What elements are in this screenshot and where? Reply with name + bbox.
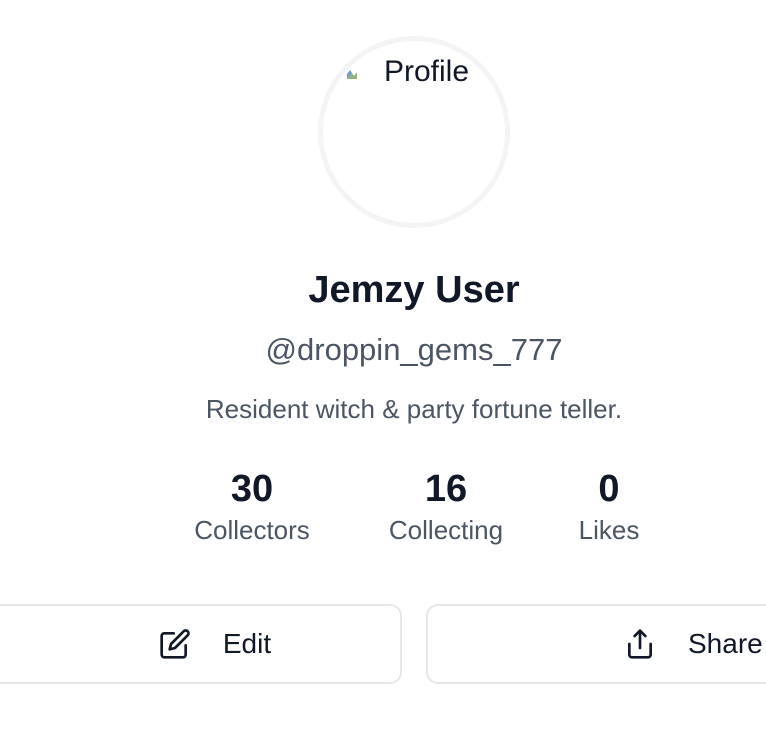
broken-image-icon — [347, 70, 357, 79]
stat-collecting-value: 16 — [424, 468, 468, 510]
stat-collectors[interactable]: 30 Collectors — [180, 466, 324, 546]
avatar-image-broken: Profile — [346, 55, 470, 88]
share-button-label: Share — [688, 628, 763, 659]
stat-likes[interactable]: 0 Likes — [568, 466, 650, 546]
profile-bio: Resident witch & party fortune teller. — [205, 394, 623, 424]
share-upload-icon — [624, 628, 656, 660]
stat-collectors-label: Collectors — [194, 515, 310, 545]
stat-collecting-label: Collecting — [388, 515, 504, 545]
profile-name: Jemzy User — [308, 269, 520, 311]
stat-collecting[interactable]: 16 Collecting — [374, 466, 518, 546]
avatar-alt-text: Profile — [384, 55, 470, 88]
stat-collectors-value: 30 — [230, 468, 274, 510]
stat-likes-value: 0 — [598, 468, 620, 510]
profile-handle: @droppin_gems_777 — [265, 332, 563, 367]
profile-page: Profile Jemzy User @droppin_gems_777 Res… — [0, 0, 766, 730]
edit-pencil-icon — [159, 628, 191, 660]
stat-likes-label: Likes — [578, 515, 640, 545]
share-profile-button[interactable]: Share — [426, 604, 766, 684]
edit-profile-button[interactable]: Edit — [0, 604, 402, 684]
edit-button-label: Edit — [222, 628, 272, 659]
